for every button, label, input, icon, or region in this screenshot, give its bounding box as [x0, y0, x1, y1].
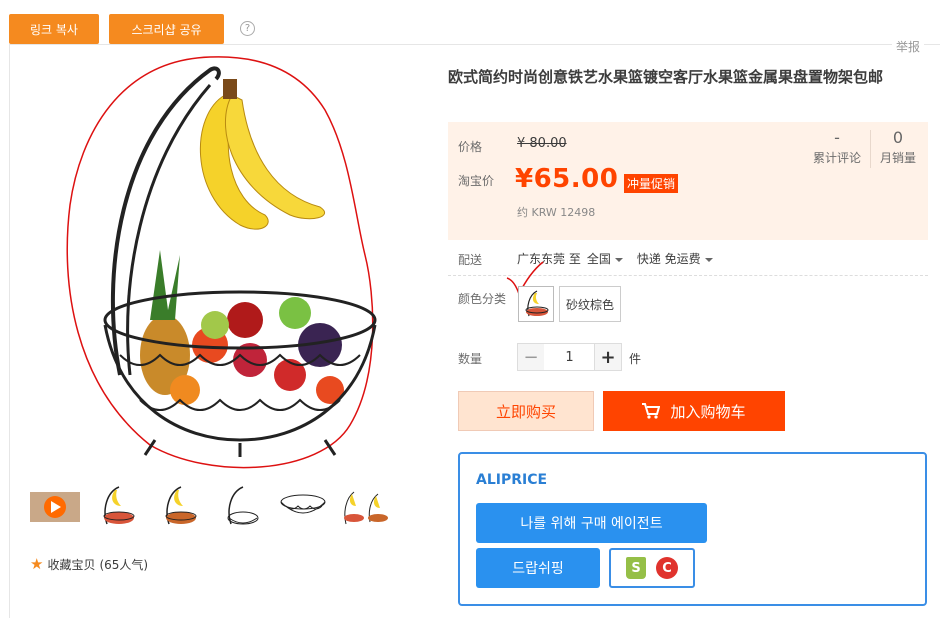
aliprice-panel: ALIPRICE 나를 위해 구매 에이전트 드랍쉬핑 S C — [458, 452, 927, 606]
integration-icons: S C — [609, 548, 695, 588]
color-swatch-image[interactable] — [518, 286, 554, 322]
monthly-sales-stat: 0 月销量 — [880, 128, 916, 166]
purchase-agent-button[interactable]: 나를 위해 구매 에이전트 — [476, 503, 707, 543]
thumbnail-image[interactable] — [216, 484, 266, 530]
promo-price-label: 淘宝价 — [458, 174, 495, 188]
main-product-image[interactable] — [60, 55, 390, 475]
basket-swatch-icon — [525, 290, 549, 317]
copy-link-button[interactable]: 링크 복사 — [9, 14, 99, 44]
c-icon[interactable]: C — [656, 557, 678, 579]
quantity-unit: 件 — [629, 352, 642, 366]
basket-thumb-icon — [280, 494, 326, 514]
basket-thumb-icon — [103, 486, 135, 525]
reviews-count: - — [834, 128, 840, 147]
help-icon[interactable]: ? — [240, 21, 255, 36]
frame-divider-left — [9, 44, 10, 618]
chevron-down-icon — [614, 257, 623, 262]
promo-badge: 冲量促销 — [624, 174, 679, 193]
approx-krw-price: 约 KRW 12498 — [517, 206, 596, 219]
fruit — [227, 302, 263, 338]
shipping-method: 快递 免运费 — [636, 252, 701, 266]
basket-pattern — [139, 398, 341, 411]
thumbnail-video[interactable] — [30, 484, 80, 530]
fruit — [170, 375, 200, 405]
frame-divider — [9, 44, 940, 45]
price-panel: 价格 ¥ 80.00 淘宝价 ¥65.00 冲量促销 约 KRW 12498 -… — [448, 122, 928, 240]
thumbnail-strip — [30, 484, 390, 530]
buy-now-button[interactable]: 立即购买 — [458, 391, 594, 431]
dropshipping-button[interactable]: 드랍쉬핑 — [476, 548, 600, 588]
color-label: 颜色分类 — [458, 292, 507, 306]
monthly-sales-label: 月销量 — [880, 151, 917, 165]
share-screenshot-button[interactable]: 스크리샵 공유 — [109, 14, 224, 44]
quantity-decrease-button[interactable]: − — [517, 343, 545, 371]
pineapple-leaves — [150, 250, 180, 320]
add-to-cart-button[interactable]: 加入购物车 — [603, 391, 785, 431]
reviews-label: 累计评论 — [813, 151, 862, 165]
basket-thumb-icon — [344, 491, 388, 525]
fruit — [279, 297, 311, 329]
thumbnail-image[interactable] — [278, 484, 328, 530]
shipping-method-select[interactable]: 快递 免运费 — [637, 250, 713, 267]
thumbnail-image[interactable] — [92, 484, 142, 530]
shipping-destination-select[interactable]: 全国 — [587, 250, 623, 267]
shipping-destination: 全国 — [586, 252, 611, 266]
original-price: ¥ 80.00 — [517, 136, 567, 151]
quantity-increase-button[interactable]: + — [594, 343, 622, 371]
favorite-product[interactable]: ★ 收藏宝贝 (65人气) — [30, 555, 148, 573]
grapes-green — [201, 311, 229, 339]
basket-feet — [143, 439, 337, 457]
reviews-stat[interactable]: - 累计评论 — [813, 128, 861, 166]
thumbnail-image[interactable] — [154, 484, 204, 530]
shipping-label: 配送 — [458, 253, 483, 267]
top-toolbar: 링크 복사 스크리샵 공유 ? — [0, 0, 940, 46]
favorite-label: 收藏宝贝 — [47, 557, 96, 572]
add-to-cart-label: 加入购物车 — [670, 402, 746, 421]
basket-thumb-icon — [227, 486, 259, 525]
price-label: 价格 — [458, 140, 483, 154]
stat-divider — [870, 130, 871, 168]
quantity-input[interactable]: 1 — [544, 343, 595, 371]
product-title: 欧式简约时尚创意铁艺水果篮镀空客厅水果篮金属果盘置物架包邮 — [448, 68, 884, 86]
report-link[interactable]: 举报 — [892, 38, 925, 55]
star-icon: ★ — [30, 555, 44, 573]
color-option[interactable]: 砂纹棕色 — [559, 286, 622, 322]
fruit — [274, 359, 306, 391]
thumbnail-image[interactable] — [340, 484, 390, 530]
basket-thumb-icon — [165, 486, 197, 525]
shopify-icon[interactable]: S — [626, 557, 646, 579]
chevron-down-icon — [704, 257, 713, 262]
banana-stem — [223, 79, 237, 99]
aliprice-brand: ALIPRICE — [476, 472, 548, 488]
favorite-count: (65人气) — [99, 557, 149, 572]
video-play-icon — [30, 492, 80, 522]
monthly-sales-count: 0 — [892, 128, 904, 147]
promo-price: ¥65.00 — [515, 164, 619, 194]
cart-icon — [642, 403, 661, 419]
quantity-label: 数量 — [458, 352, 483, 366]
